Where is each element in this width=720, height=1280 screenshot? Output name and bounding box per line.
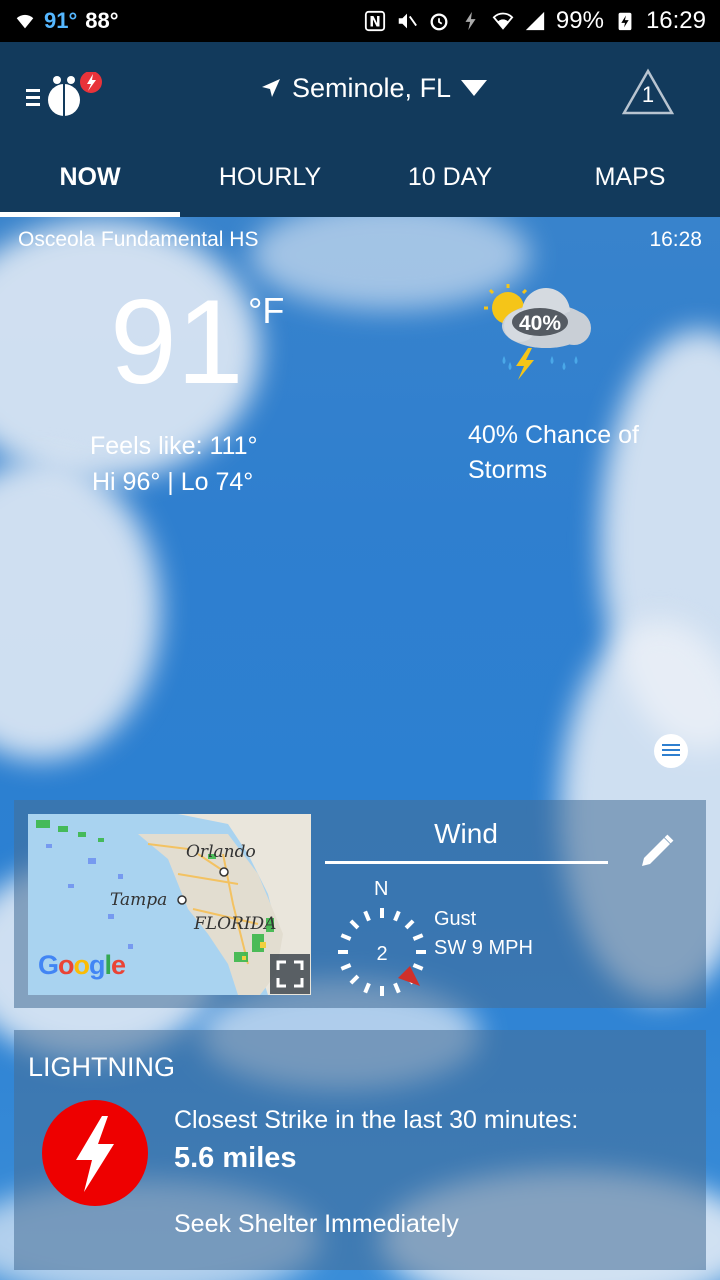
wind-divider	[325, 861, 608, 864]
compass-north-label: N	[374, 878, 389, 900]
lightning-card[interactable]: LIGHTNING Closest Strike in the last 30 …	[14, 1030, 706, 1270]
location-arrow-icon	[262, 79, 280, 97]
wifi-signal-icon	[492, 12, 514, 30]
cloud	[0, 460, 160, 760]
alerts-button[interactable]: 1	[621, 68, 675, 116]
battery-percent: 99%	[555, 7, 604, 34]
gust-value: SW 9 MPH	[434, 937, 533, 959]
station-name[interactable]: Osceola Fundamental HS	[18, 228, 258, 252]
tab-bar: NOW HOURLY 10 DAY MAPS	[0, 137, 720, 217]
wifi-icon	[16, 14, 34, 29]
feels-like: Feels like: 111°	[90, 432, 258, 460]
lightning-label: Closest Strike in the last 30 minutes:	[174, 1106, 579, 1134]
status-temp-current: 91°	[44, 8, 78, 33]
nfc-icon: N	[364, 10, 385, 32]
wind-compass: N 2	[332, 878, 432, 998]
location-selector[interactable]: Seminole, FL	[260, 68, 488, 108]
tab-maps[interactable]: MAPS	[540, 137, 720, 217]
compass-tick	[349, 974, 360, 985]
tab-hourly[interactable]: HOURLY	[180, 137, 360, 217]
condition-percent: 40%	[519, 312, 561, 335]
compass-tick	[340, 963, 352, 971]
list-icon-line	[662, 744, 680, 746]
compass-tick	[340, 933, 352, 941]
compass-tick	[349, 919, 360, 930]
tab-now[interactable]: NOW	[0, 137, 180, 217]
current-temperature: 91	[110, 275, 244, 409]
google-logo: Google	[38, 950, 126, 980]
hi-lo: Hi 96° | Lo 74°	[92, 468, 254, 496]
lightning-bolt-icon	[42, 1100, 148, 1206]
condition-text: 40% Chance of Storms	[468, 421, 639, 484]
status-temp-other: 88°	[85, 8, 119, 33]
data-saver-icon	[465, 11, 476, 31]
compass-tick	[393, 910, 401, 922]
tab-10-day[interactable]: 10 DAY	[360, 137, 540, 217]
compass-tick	[404, 919, 415, 930]
mute-icon	[398, 13, 417, 29]
thunderstorm-partly-sunny-icon: 40%	[484, 284, 591, 380]
compass-tick	[363, 910, 371, 922]
status-bar: 91° 88° N 99% 16:29	[0, 0, 720, 42]
compass-tick	[412, 963, 424, 971]
radar-map[interactable]: Orlando Tampa FLORIDA Google	[28, 814, 311, 995]
alarm-icon	[430, 13, 448, 31]
map-label-tampa: Tampa	[110, 890, 168, 910]
map-label-florida: FLORIDA	[194, 914, 277, 934]
compass-dial-icon: 2	[338, 908, 426, 996]
fullscreen-button[interactable]	[270, 954, 310, 994]
observation-time: 16:28	[649, 228, 702, 251]
temperature-unit: °F	[248, 290, 285, 331]
battery-charging-icon	[618, 12, 632, 31]
gust-label: Gust	[434, 908, 477, 930]
compass-tick	[363, 982, 371, 994]
wind-title: Wind	[434, 818, 498, 849]
compass-tick	[393, 982, 401, 994]
lightning-distance: 5.6 miles	[174, 1142, 297, 1174]
compass-tick	[412, 933, 424, 941]
cell-signal-icon	[525, 11, 545, 31]
edit-pencil-icon[interactable]	[638, 832, 676, 870]
location-label: Seminole, FL	[292, 72, 452, 103]
fullscreen-icon	[276, 960, 304, 988]
list-view-button[interactable]	[654, 734, 688, 768]
menu-icon[interactable]	[26, 72, 110, 122]
lightning-title: LIGHTNING	[28, 1052, 176, 1082]
lightning-advice: Seek Shelter Immediately	[174, 1210, 459, 1238]
svg-text:N: N	[369, 15, 381, 31]
wind-speed: 2	[376, 943, 387, 965]
list-icon-line	[662, 749, 680, 751]
chevron-down-icon	[461, 80, 488, 96]
status-time: 16:29	[645, 7, 706, 34]
app-header: Seminole, FL 1 NOW HOURLY 10 DAY MAPS	[0, 42, 720, 217]
map-label-orlando: Orlando	[186, 842, 256, 862]
map-wind-card: Orlando Tampa FLORIDA Google Wind N 2 Gu…	[14, 800, 706, 1008]
alert-count: 1	[641, 82, 655, 107]
list-icon-line	[662, 754, 680, 756]
